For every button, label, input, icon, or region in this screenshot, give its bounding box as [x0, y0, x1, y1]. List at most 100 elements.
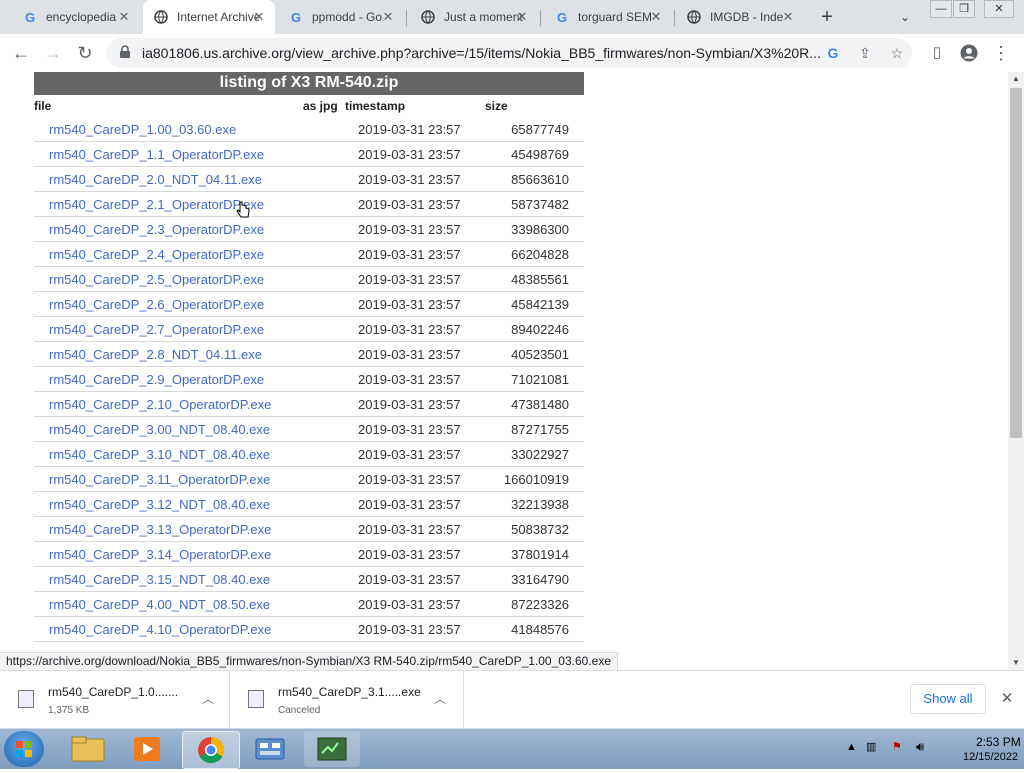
file-size: 87223326: [511, 597, 569, 612]
tab-search-icon[interactable]: ⌄: [896, 8, 914, 26]
file-link[interactable]: rm540_CareDP_2.6_OperatorDP.exe: [49, 297, 264, 312]
file-size: 40523501: [511, 347, 569, 362]
restore-button[interactable]: ❐: [953, 0, 975, 18]
page-content: listing of X3 RM-540.zip file as jpg tim…: [0, 72, 1008, 670]
tab-4[interactable]: G torguard SEM ✕: [544, 0, 672, 34]
header-file: file: [34, 99, 52, 113]
file-link[interactable]: rm540_CareDP_3.12_NDT_08.40.exe: [49, 497, 270, 512]
url-text[interactable]: ia801806.us.archive.org/view_archive.php…: [142, 45, 822, 61]
lock-icon[interactable]: [118, 45, 132, 59]
file-link[interactable]: rm540_CareDP_2.8_NDT_04.11.exe: [49, 347, 262, 362]
file-timestamp: 2019-03-31 23:57: [358, 547, 461, 562]
file-link[interactable]: rm540_CareDP_1.00_03.60.exe: [49, 122, 236, 137]
file-link[interactable]: rm540_CareDP_1.1_OperatorDP.exe: [49, 147, 264, 162]
close-icon[interactable]: ✕: [251, 9, 267, 25]
clock-date[interactable]: 12/15/2022: [963, 751, 1018, 763]
table-row: rm540_CareDP_2.7_OperatorDP.exe 2019-03-3…: [34, 317, 584, 342]
close-icon[interactable]: ✕: [998, 690, 1016, 708]
share-icon[interactable]: ⇪: [856, 44, 874, 62]
show-all-button[interactable]: Show all: [910, 684, 986, 714]
file-link[interactable]: rm540_CareDP_4.00_NDT_08.50.exe: [49, 597, 270, 612]
table-row: rm540_CareDP_4.00_NDT_08.50.exe 2019-03-3…: [34, 592, 584, 617]
tab-0[interactable]: G encyclopedia ✕: [12, 0, 140, 34]
app-window-icon[interactable]: [304, 731, 360, 767]
file-link[interactable]: rm540_CareDP_2.4_OperatorDP.exe: [49, 247, 264, 262]
file-timestamp: 2019-03-31 23:57: [358, 247, 461, 262]
side-panel-icon[interactable]: ▯: [924, 40, 950, 66]
scroll-down-arrow-icon[interactable]: ▼: [1008, 656, 1024, 670]
google-icon: G: [556, 9, 568, 25]
close-icon[interactable]: ✕: [514, 9, 530, 25]
file-link[interactable]: rm540_CareDP_2.7_OperatorDP.exe: [49, 322, 264, 337]
close-icon[interactable]: ✕: [380, 9, 396, 25]
table-row: rm540_CareDP_3.10_NDT_08.40.exe 2019-03-3…: [34, 442, 584, 467]
table-row: rm540_CareDP_2.6_OperatorDP.exe 2019-03-3…: [34, 292, 584, 317]
control-panel-icon[interactable]: [242, 731, 298, 767]
file-link[interactable]: rm540_CareDP_4.10_OperatorDP.exe: [49, 622, 271, 637]
file-timestamp: 2019-03-31 23:57: [358, 322, 461, 337]
file-icon: [248, 690, 264, 708]
file-link[interactable]: rm540_CareDP_3.00_NDT_08.40.exe: [49, 422, 270, 437]
network-icon[interactable]: ▥: [866, 740, 876, 753]
back-button[interactable]: ←: [8, 40, 34, 66]
download-item[interactable]: rm540_CareDP_1.0....... 1,375 KB ︿: [0, 671, 230, 729]
file-link[interactable]: rm540_CareDP_2.0_NDT_04.11.exe: [49, 172, 262, 187]
file-link[interactable]: rm540_CareDP_2.5_OperatorDP.exe: [49, 272, 264, 287]
file-link[interactable]: rm540_CareDP_3.10_NDT_08.40.exe: [49, 447, 270, 462]
globe-icon: [686, 9, 702, 25]
file-link[interactable]: rm540_CareDP_3.15_NDT_08.40.exe: [49, 572, 270, 587]
table-row: rm540_CareDP_2.10_OperatorDP.exe 2019-03-…: [34, 392, 584, 417]
chrome-icon[interactable]: [182, 731, 240, 769]
forward-button[interactable]: →: [40, 40, 66, 66]
download-item[interactable]: rm540_CareDP_3.1.....exe Canceled ︿: [230, 671, 464, 729]
chevron-up-icon[interactable]: ︿: [432, 691, 448, 707]
close-icon[interactable]: ✕: [780, 9, 796, 25]
volume-icon[interactable]: 🔊︎: [916, 739, 924, 755]
chevron-up-icon[interactable]: ︿: [200, 691, 216, 707]
file-link[interactable]: rm540_CareDP_3.14_OperatorDP.exe: [49, 547, 271, 562]
tab-2[interactable]: G ppmodd - Go ✕: [278, 0, 404, 34]
header-as-jpg: as jpg: [303, 99, 338, 113]
file-link[interactable]: rm540_CareDP_3.13_OperatorDP.exe: [49, 522, 271, 537]
file-explorer-icon[interactable]: [60, 731, 116, 767]
media-player-icon[interactable]: [120, 731, 176, 767]
bookmark-star-icon[interactable]: ☆: [888, 44, 906, 62]
hand-cursor-icon: [236, 201, 250, 218]
reload-button[interactable]: ↻: [72, 40, 98, 66]
file-icon: [18, 690, 34, 708]
scrollbar-thumb[interactable]: [1010, 88, 1022, 438]
table-row: rm540_CareDP_2.1_OperatorDP.exe 2019-03-3…: [34, 192, 584, 217]
clock-time[interactable]: 2:53 PM: [976, 735, 1021, 749]
file-link[interactable]: rm540_CareDP_2.9_OperatorDP.exe: [49, 372, 264, 387]
close-window-button[interactable]: ✕: [984, 0, 1014, 18]
table-row: rm540_CareDP_2.3_OperatorDP.exe 2019-03-3…: [34, 217, 584, 242]
close-icon[interactable]: ✕: [648, 9, 664, 25]
action-center-icon[interactable]: ⚑: [892, 740, 902, 753]
file-size: 87271755: [511, 422, 569, 437]
google-lens-icon[interactable]: G: [824, 44, 842, 62]
tab-5[interactable]: IMGDB - Inde ✕: [676, 0, 804, 34]
menu-icon[interactable]: ⋮: [988, 40, 1014, 66]
table-row: rm540_CareDP_2.4_OperatorDP.exe 2019-03-3…: [34, 242, 584, 267]
file-link[interactable]: rm540_CareDP_2.10_OperatorDP.exe: [49, 397, 271, 412]
page-scrollbar[interactable]: ▲ ▼: [1008, 72, 1024, 670]
tab-3[interactable]: Just a moment ✕: [410, 0, 538, 34]
download-status: Canceled: [278, 705, 321, 716]
address-bar[interactable]: ia801806.us.archive.org/view_archive.php…: [106, 38, 912, 68]
table-row: rm540_CareDP_3.13_OperatorDP.exe 2019-03-…: [34, 517, 584, 542]
file-link[interactable]: rm540_CareDP_2.3_OperatorDP.exe: [49, 222, 264, 237]
table-row: rm540_CareDP_2.8_NDT_04.11.exe 2019-03-31…: [34, 342, 584, 367]
file-link[interactable]: rm540_CareDP_3.11_OperatorDP.exe: [49, 472, 270, 487]
tab-1[interactable]: Internet Archive ✕: [143, 0, 275, 34]
tab-separator: [406, 10, 407, 26]
start-button[interactable]: [4, 731, 44, 767]
file-link[interactable]: rm540_CareDP_2.1_OperatorDP.exe: [49, 197, 264, 212]
close-icon[interactable]: ✕: [116, 9, 132, 25]
table-row: rm540_CareDP_3.11_OperatorDP.exe 2019-03-…: [34, 467, 584, 492]
table-row: rm540_CareDP_2.0_NDT_04.11.exe 2019-03-31…: [34, 167, 584, 192]
show-hidden-icons-icon[interactable]: ▲: [846, 741, 857, 753]
scroll-up-arrow-icon[interactable]: ▲: [1008, 72, 1024, 86]
new-tab-button[interactable]: +: [816, 6, 838, 28]
profile-icon[interactable]: [956, 40, 982, 66]
minimize-button[interactable]: —: [930, 0, 952, 18]
